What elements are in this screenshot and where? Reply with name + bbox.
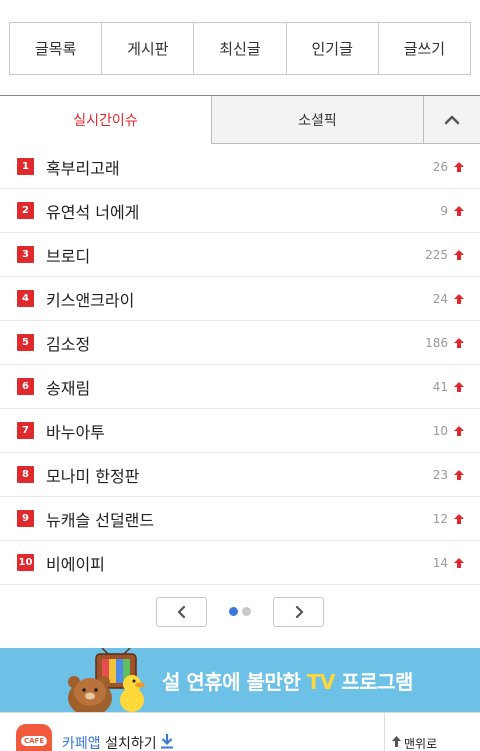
chevron-left-icon	[177, 606, 185, 618]
cafe-logo-text: CAFE	[21, 736, 48, 746]
up-arrow-icon	[454, 558, 464, 568]
change-count: 186	[425, 335, 448, 350]
change-count: 14	[432, 555, 448, 570]
issue-keyword[interactable]: 김소정	[46, 331, 90, 355]
download-icon[interactable]	[160, 733, 174, 749]
issue-keyword[interactable]: 혹부리고래	[46, 155, 120, 179]
install-app-label: 설치하기	[100, 736, 157, 751]
up-arrow-icon	[454, 162, 464, 172]
rank-badge: 5	[17, 334, 34, 351]
tab-social-pick[interactable]: 소셜픽	[212, 96, 424, 144]
top-nav: 글목록 게시판 최신글 인기글 글쓰기	[9, 22, 471, 75]
up-arrow-icon	[454, 426, 464, 436]
install-app-name: 카페앱	[62, 736, 101, 751]
footer-divider	[384, 713, 385, 751]
ranking-list: 1 혹부리고래 26 2 유연석 너에게 9 3 브로디 225 4 키스앤크라이 24 5 김소정 186…	[0, 145, 480, 585]
scroll-top-button[interactable]: 맨위로	[392, 735, 438, 751]
change-count: 9	[440, 203, 448, 218]
install-app-link[interactable]: 카페앱 설치하기	[62, 733, 157, 751]
rank-badge: 10	[17, 554, 34, 571]
ranking-row[interactable]: 3 브로디 225	[0, 233, 480, 277]
banner-text-highlight: TV	[306, 670, 336, 694]
banner-text-after: 프로그램	[334, 670, 413, 694]
ranking-row[interactable]: 7 바누아투 10	[0, 409, 480, 453]
arrow-up-icon	[392, 736, 401, 747]
rank-badge: 4	[17, 290, 34, 307]
change-count: 10	[432, 423, 448, 438]
scroll-top-label: 맨위로	[404, 737, 438, 751]
up-arrow-icon	[454, 206, 464, 216]
change-count: 225	[425, 247, 448, 262]
change-count: 41	[432, 379, 448, 394]
promo-banner[interactable]: 설 연휴에 볼만한 TV 프로그램	[0, 648, 480, 712]
ranking-row[interactable]: 9 뉴캐슬 선덜랜드 12	[0, 497, 480, 541]
change-count: 23	[432, 467, 448, 482]
nav-popular-button[interactable]: 인기글	[285, 23, 378, 74]
issue-keyword[interactable]: 뉴캐슬 선덜랜드	[46, 507, 154, 531]
nav-write-button[interactable]: 글쓰기	[377, 23, 470, 74]
change-count: 12	[432, 511, 448, 526]
prev-page-button[interactable]	[156, 597, 207, 627]
rank-badge: 8	[17, 466, 34, 483]
page-dot[interactable]	[242, 607, 251, 616]
rank-badge: 6	[17, 378, 34, 395]
issue-keyword[interactable]: 모나미 한정판	[46, 463, 139, 487]
ranking-row[interactable]: 10 비에이피 14	[0, 541, 480, 585]
up-arrow-icon	[454, 250, 464, 260]
nav-board-button[interactable]: 게시판	[101, 23, 193, 74]
up-arrow-icon	[454, 382, 464, 392]
change-count: 24	[432, 291, 448, 306]
nav-latest-button[interactable]: 최신글	[193, 23, 285, 74]
issue-keyword[interactable]: 유연석 너에게	[46, 199, 139, 223]
banner-title: 설 연휴에 볼만한 TV 프로그램	[162, 666, 413, 695]
issue-keyword[interactable]: 키스앤크라이	[46, 287, 134, 311]
ranking-row[interactable]: 4 키스앤크라이 24	[0, 277, 480, 321]
issue-keyword[interactable]: 송재림	[46, 375, 90, 399]
collapse-button[interactable]	[424, 96, 480, 144]
chevron-right-icon	[295, 606, 303, 618]
up-arrow-icon	[454, 338, 464, 348]
rank-badge: 3	[17, 246, 34, 263]
ranking-row[interactable]: 5 김소정 186	[0, 321, 480, 365]
rank-badge: 9	[17, 510, 34, 527]
ranking-row[interactable]: 1 혹부리고래 26	[0, 145, 480, 189]
issue-keyword[interactable]: 비에이피	[46, 551, 105, 575]
chevron-up-icon	[444, 115, 460, 124]
issue-tabs: 실시간이슈 소셜픽	[0, 95, 480, 144]
rank-badge: 7	[17, 422, 34, 439]
pagination	[0, 597, 480, 627]
issue-keyword[interactable]: 브로디	[46, 243, 90, 267]
change-count: 26	[432, 159, 448, 174]
ranking-row[interactable]: 6 송재림 41	[0, 365, 480, 409]
next-page-button[interactable]	[273, 597, 324, 627]
tab-realtime-issue[interactable]: 실시간이슈	[0, 96, 212, 144]
ranking-row[interactable]: 2 유연석 너에게 9	[0, 189, 480, 233]
rank-badge: 2	[17, 202, 34, 219]
up-arrow-icon	[454, 470, 464, 480]
rank-badge: 1	[17, 158, 34, 175]
banner-text-before: 설 연휴에 볼만한	[162, 670, 307, 694]
up-arrow-icon	[454, 294, 464, 304]
nav-post-list-button[interactable]: 글목록	[10, 23, 101, 74]
page-dot-current[interactable]	[229, 607, 238, 616]
up-arrow-icon	[454, 514, 464, 524]
issue-keyword[interactable]: 바누아투	[46, 419, 105, 443]
ranking-row[interactable]: 8 모나미 한정판 23	[0, 453, 480, 497]
cafe-logo[interactable]: CAFE	[16, 724, 52, 751]
footer-bar: CAFE 카페앱 설치하기 맨위로	[0, 712, 480, 751]
